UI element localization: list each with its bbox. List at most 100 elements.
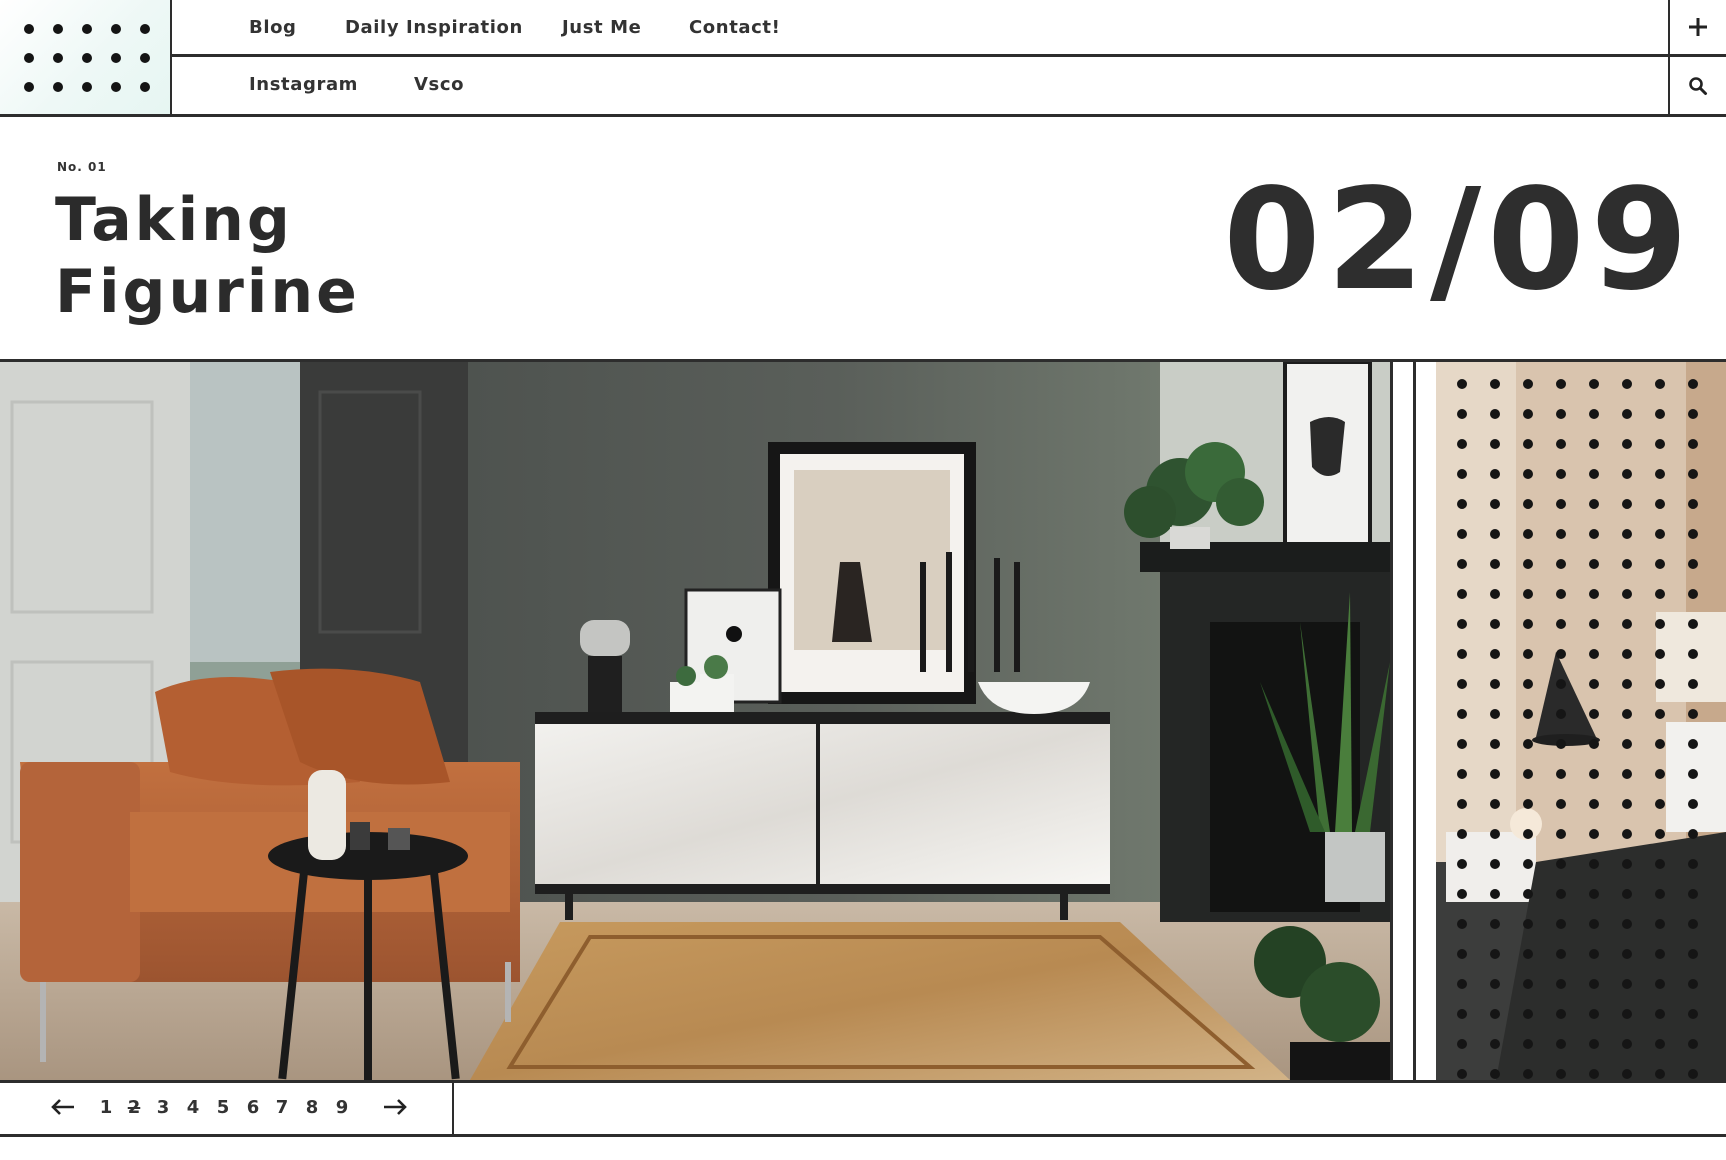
pattern-dot bbox=[1556, 799, 1566, 809]
pattern-dot bbox=[1688, 949, 1698, 959]
pattern-dot bbox=[1490, 829, 1500, 839]
nav-link-contact[interactable]: Contact! bbox=[689, 17, 780, 38]
pattern-dot bbox=[1556, 769, 1566, 779]
pattern-dot bbox=[1457, 589, 1467, 599]
pattern-dot bbox=[1523, 859, 1533, 869]
hero-image[interactable] bbox=[0, 362, 1392, 1080]
pattern-dot bbox=[1523, 379, 1533, 389]
gallery-gap-line-left bbox=[1390, 362, 1393, 1080]
pattern-dot bbox=[1556, 949, 1566, 959]
prev-arrow-icon[interactable] bbox=[50, 1092, 76, 1122]
pattern-dot bbox=[1655, 979, 1665, 989]
pattern-dot bbox=[1589, 739, 1599, 749]
pattern-dot bbox=[1457, 1069, 1467, 1079]
add-button[interactable] bbox=[1670, 0, 1726, 54]
pattern-dot bbox=[1457, 889, 1467, 899]
pattern-dot bbox=[1622, 469, 1632, 479]
page-3[interactable]: 3 bbox=[151, 1097, 175, 1118]
pattern-dot bbox=[1622, 679, 1632, 689]
page-4[interactable]: 4 bbox=[181, 1097, 205, 1118]
pattern-dot bbox=[1556, 379, 1566, 389]
pattern-dot bbox=[1688, 799, 1698, 809]
pattern-dot bbox=[1556, 469, 1566, 479]
nav-link-blog[interactable]: Blog bbox=[249, 17, 297, 38]
pattern-dot bbox=[1589, 889, 1599, 899]
pattern-dot bbox=[1589, 379, 1599, 389]
logo-dot bbox=[111, 24, 121, 34]
page-7[interactable]: 7 bbox=[270, 1097, 294, 1118]
pattern-dot bbox=[1556, 829, 1566, 839]
pattern-dot bbox=[1655, 469, 1665, 479]
pattern-dot bbox=[1688, 499, 1698, 509]
pattern-dot bbox=[1523, 649, 1533, 659]
pattern-dot bbox=[1655, 799, 1665, 809]
pattern-dot bbox=[1523, 799, 1533, 809]
next-image-preview[interactable] bbox=[1436, 362, 1726, 1080]
pattern-dot bbox=[1655, 739, 1665, 749]
pattern-dot bbox=[1523, 1039, 1533, 1049]
nav-link-just-me[interactable]: Just Me bbox=[562, 17, 641, 38]
page-2-current[interactable]: 2 bbox=[122, 1097, 146, 1118]
pattern-dot bbox=[1688, 1069, 1698, 1079]
gallery-gap-line-right bbox=[1413, 362, 1416, 1080]
logo-dot bbox=[111, 53, 121, 63]
page-9[interactable]: 9 bbox=[330, 1097, 354, 1118]
pattern-dot bbox=[1523, 469, 1533, 479]
pattern-dot bbox=[1490, 799, 1500, 809]
pattern-dot bbox=[1556, 1069, 1566, 1079]
pattern-dot bbox=[1523, 739, 1533, 749]
logo[interactable] bbox=[0, 0, 172, 115]
pattern-dot bbox=[1622, 889, 1632, 899]
pattern-dot bbox=[1655, 409, 1665, 419]
pattern-dot bbox=[1655, 649, 1665, 659]
pattern-dot bbox=[1589, 979, 1599, 989]
search-button[interactable] bbox=[1670, 57, 1726, 114]
pattern-dot bbox=[1457, 949, 1467, 959]
nav-link-daily-inspiration[interactable]: Daily Inspiration bbox=[345, 17, 523, 38]
pattern-dot bbox=[1523, 919, 1533, 929]
pattern-dot bbox=[1655, 709, 1665, 719]
pattern-dot bbox=[1556, 1039, 1566, 1049]
pattern-dot bbox=[1556, 619, 1566, 629]
page-8[interactable]: 8 bbox=[300, 1097, 324, 1118]
logo-dot bbox=[140, 24, 150, 34]
pattern-dot bbox=[1589, 559, 1599, 569]
page-1[interactable]: 1 bbox=[94, 1097, 118, 1118]
pattern-dot bbox=[1655, 679, 1665, 689]
plus-icon bbox=[1689, 18, 1707, 36]
pattern-dot bbox=[1688, 529, 1698, 539]
pattern-dot bbox=[1688, 379, 1698, 389]
page-5[interactable]: 5 bbox=[211, 1097, 235, 1118]
pattern-dot bbox=[1622, 409, 1632, 419]
nav-link-vsco[interactable]: Vsco bbox=[414, 74, 464, 95]
page-6[interactable]: 6 bbox=[241, 1097, 265, 1118]
pattern-dot bbox=[1655, 619, 1665, 629]
pattern-dot bbox=[1490, 679, 1500, 689]
pattern-dot bbox=[1622, 799, 1632, 809]
logo-dot bbox=[82, 24, 92, 34]
pattern-dot bbox=[1490, 889, 1500, 899]
pattern-dot bbox=[1622, 1009, 1632, 1019]
pattern-dot bbox=[1556, 649, 1566, 659]
pattern-dot bbox=[1688, 1039, 1698, 1049]
pattern-dot bbox=[1457, 1039, 1467, 1049]
next-arrow-icon[interactable] bbox=[382, 1092, 408, 1122]
pattern-dot bbox=[1655, 949, 1665, 959]
nav-link-instagram[interactable]: Instagram bbox=[249, 74, 358, 95]
header-divider-bottom bbox=[0, 114, 1726, 117]
pattern-dot bbox=[1556, 919, 1566, 929]
pattern-dot bbox=[1556, 499, 1566, 509]
pattern-dot bbox=[1490, 1009, 1500, 1019]
pattern-dot bbox=[1688, 709, 1698, 719]
pattern-dot bbox=[1490, 649, 1500, 659]
pattern-dot bbox=[1490, 559, 1500, 569]
pattern-dot bbox=[1589, 1039, 1599, 1049]
pattern-dot bbox=[1622, 499, 1632, 509]
logo-dot bbox=[140, 53, 150, 63]
pattern-dot bbox=[1556, 559, 1566, 569]
pattern-dot bbox=[1490, 1039, 1500, 1049]
pattern-dot bbox=[1556, 589, 1566, 599]
pattern-dot bbox=[1523, 529, 1533, 539]
logo-dot bbox=[140, 82, 150, 92]
pattern-dot bbox=[1589, 649, 1599, 659]
